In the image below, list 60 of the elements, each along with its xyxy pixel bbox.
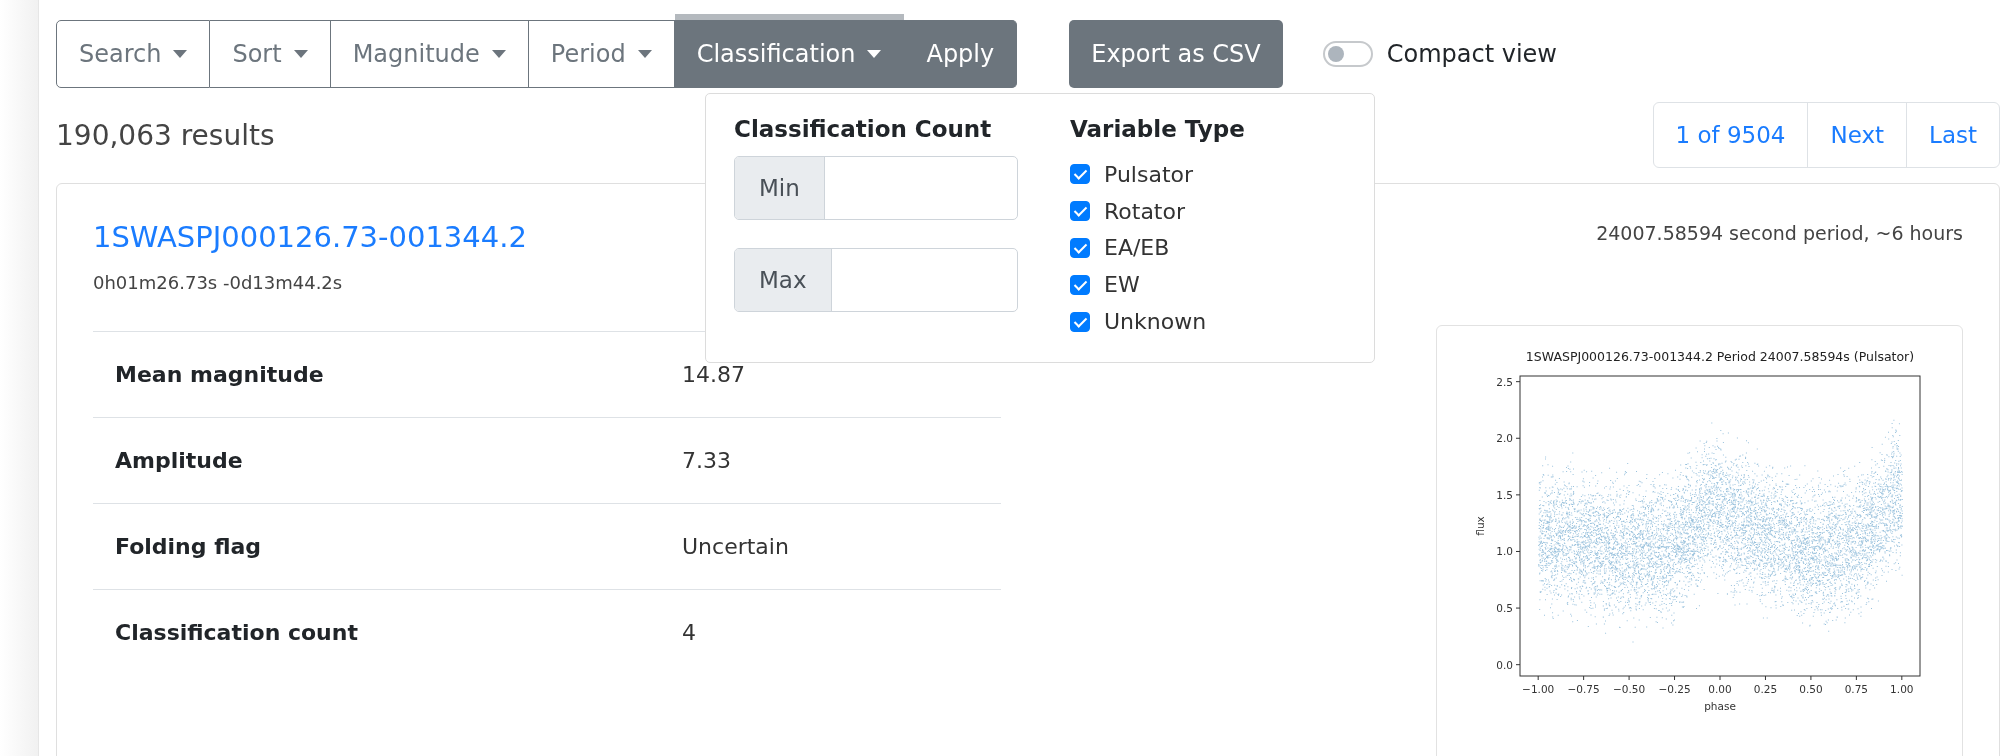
checkbox[interactable]	[1070, 311, 1090, 332]
x-tick-label: 0.75	[1844, 683, 1868, 695]
property-label: Mean magnitude	[114, 362, 325, 387]
star-name-link[interactable]: 1SWASPJ000126.73-001344.2	[93, 220, 527, 254]
caret-icon	[637, 50, 652, 58]
toggle-switch[interactable]	[1322, 41, 1373, 67]
checkbox[interactable]	[1070, 164, 1090, 185]
caret-icon	[867, 50, 882, 58]
x-tick-label: −0.25	[1657, 683, 1691, 695]
period-text: 24007.58594 second period, ~6 hours	[1596, 222, 1963, 244]
section-heading: Variable Type	[1070, 116, 1245, 142]
property-label: Classification count	[114, 620, 359, 645]
property-label: Amplitude	[114, 448, 244, 473]
plot-title: 1SWASPJ000126.73-001344.2 Period 24007.58594s (Pulsator)	[1525, 349, 1914, 364]
export-button[interactable]: Export as CSV	[1069, 20, 1283, 88]
filter-dropdown-button[interactable]: Sort	[210, 20, 331, 88]
caret-icon	[491, 50, 506, 58]
y-axis-label: flux	[1473, 516, 1486, 536]
filter-dropdown-button[interactable]: Search	[56, 20, 211, 88]
x-tick-label: 0.00	[1707, 683, 1732, 695]
apply-button[interactable]: Apply	[904, 20, 1018, 88]
section-heading: Classification Count	[734, 116, 993, 142]
y-tick-label: 1.0	[1495, 545, 1513, 558]
page-link[interactable]: Last	[1906, 103, 1999, 167]
toggle-label: Compact view	[1386, 40, 1557, 68]
caret-icon	[173, 50, 188, 58]
min-input-field[interactable]: Min	[734, 156, 1018, 220]
filter-dropdown-button[interactable]: Period	[528, 20, 675, 88]
y-tick-label: 1.5	[1495, 488, 1513, 501]
page-link[interactable]: 1 of 9504	[1653, 103, 1808, 167]
y-tick-label: 0.0	[1495, 658, 1513, 671]
x-tick-label: −1.00	[1521, 683, 1554, 695]
filter-dropdown-button[interactable]: Magnitude	[330, 20, 529, 88]
checkbox-label: Unknown	[1104, 309, 1207, 335]
checkbox[interactable]	[1070, 201, 1090, 222]
checkbox[interactable]	[1070, 238, 1090, 258]
caret-icon	[293, 50, 308, 58]
max-input-field[interactable]: Max	[734, 248, 1018, 312]
checkbox-label: EA/EB	[1104, 235, 1170, 261]
page-link[interactable]: Next	[1807, 103, 1907, 167]
property-value: 14.87	[682, 362, 745, 387]
checkbox-label: Pulsator	[1104, 161, 1193, 187]
y-tick-label: 2.5	[1495, 375, 1513, 388]
x-tick-label: 0.50	[1798, 683, 1823, 695]
x-axis-label: phase	[1703, 700, 1736, 712]
y-tick-label: 2.0	[1495, 432, 1513, 445]
x-tick-label: −0.75	[1567, 683, 1600, 695]
results-count: 190,063 results	[56, 118, 275, 152]
checkbox-label: Rotator	[1104, 198, 1185, 224]
y-tick-label: 0.5	[1495, 602, 1513, 615]
property-value: Uncertain	[682, 534, 789, 559]
x-tick-label: −0.50	[1612, 683, 1645, 695]
x-tick-label: 1.00	[1889, 683, 1913, 695]
property-label: Folding flag	[114, 534, 263, 559]
property-value: 7.33	[682, 448, 731, 473]
property-value: 4	[682, 620, 696, 645]
x-tick-label: 0.25	[1753, 683, 1777, 695]
checkbox[interactable]	[1070, 274, 1090, 295]
coordinates: 0h01m26.73s -0d13m44.2s	[93, 272, 344, 293]
checkbox-label: EW	[1104, 272, 1140, 298]
